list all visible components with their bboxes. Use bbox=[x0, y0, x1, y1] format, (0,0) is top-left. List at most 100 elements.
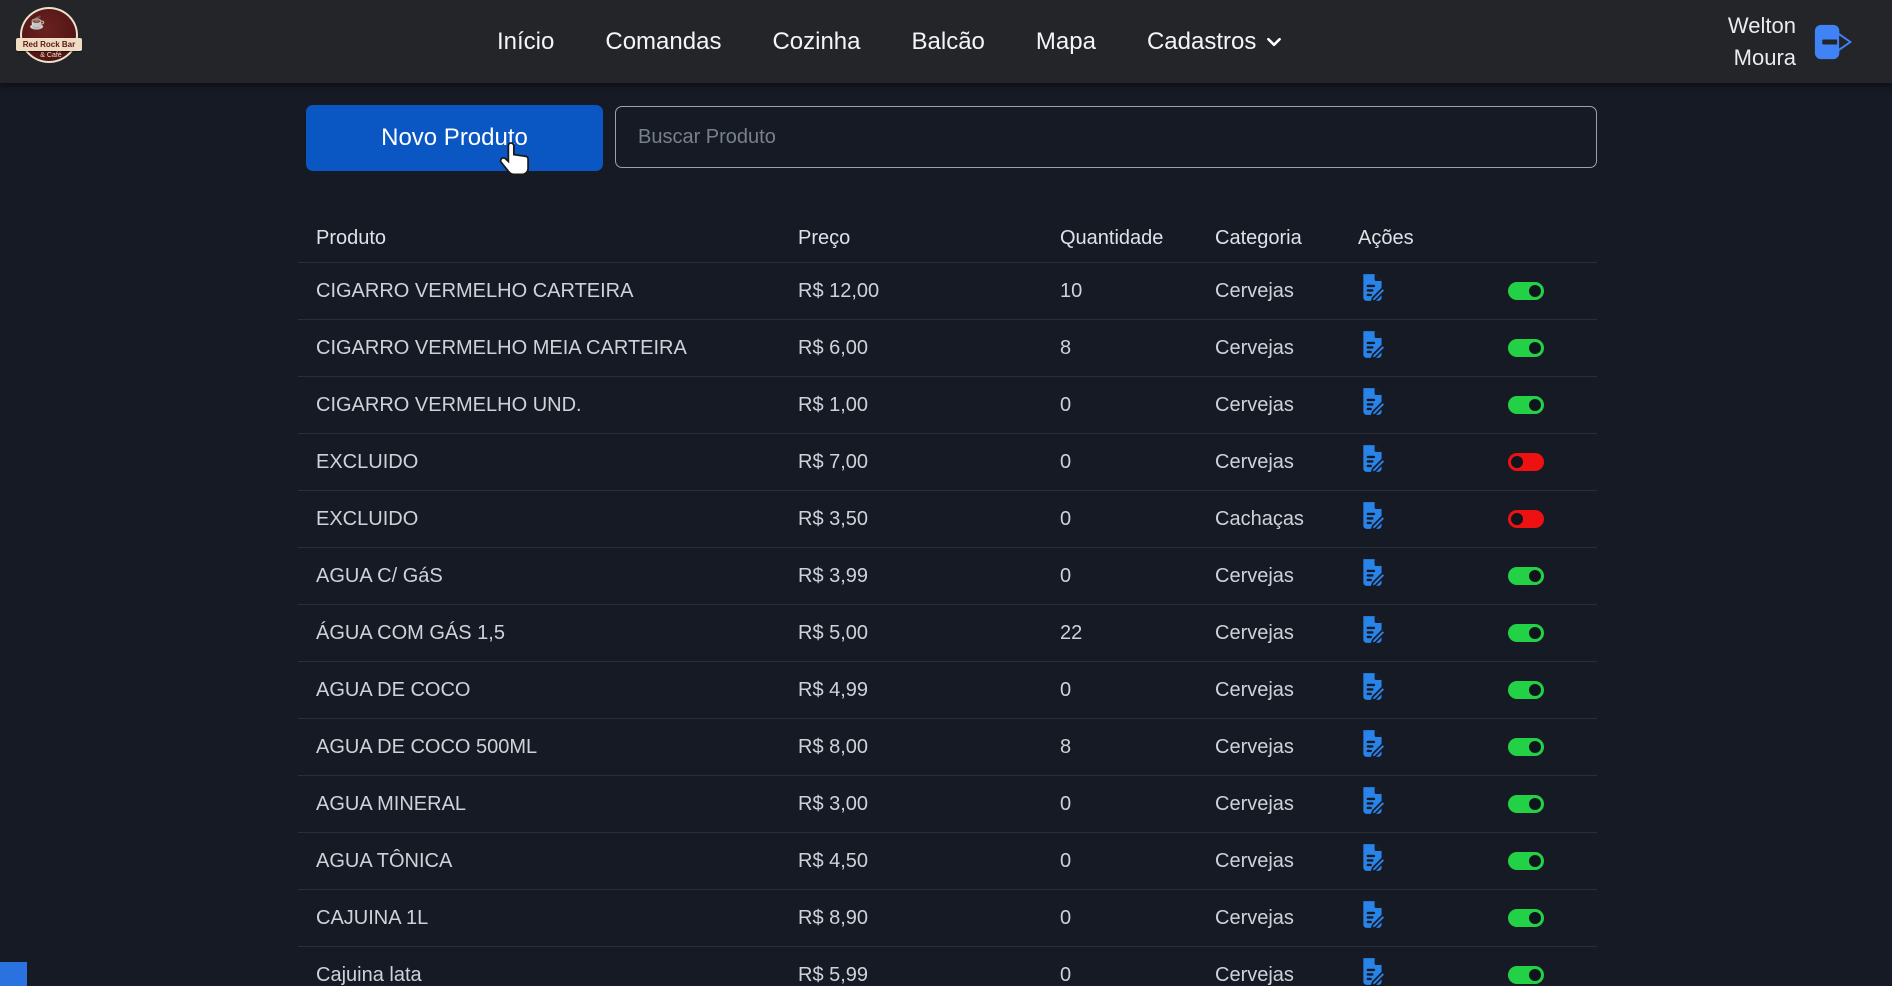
edit-document-icon bbox=[1358, 786, 1388, 816]
table-row: AGUA DE COCO R$ 4,99 0 Cervejas bbox=[298, 662, 1597, 719]
cell-preco: R$ 8,00 bbox=[798, 736, 1060, 759]
cell-quantidade: 10 bbox=[1060, 280, 1215, 303]
search-product-input[interactable] bbox=[615, 106, 1597, 168]
active-toggle[interactable] bbox=[1508, 795, 1544, 813]
cell-quantidade: 8 bbox=[1060, 736, 1215, 759]
cell-quantidade: 0 bbox=[1060, 907, 1215, 930]
main-nav: Início Comandas Cozinha Balcão Mapa Cada… bbox=[497, 0, 1283, 83]
logout-icon[interactable] bbox=[1810, 20, 1854, 64]
active-toggle[interactable] bbox=[1508, 567, 1544, 585]
cell-categoria: Cachaças bbox=[1215, 508, 1358, 531]
cell-quantidade: 8 bbox=[1060, 337, 1215, 360]
toggle-knob bbox=[1529, 342, 1541, 354]
nav-item-mapa[interactable]: Mapa bbox=[1036, 28, 1096, 56]
cell-quantidade: 0 bbox=[1060, 850, 1215, 873]
active-toggle[interactable] bbox=[1508, 339, 1544, 357]
active-toggle[interactable] bbox=[1508, 282, 1544, 300]
table-row: AGUA C/ GáS R$ 3,99 0 Cervejas bbox=[298, 548, 1597, 605]
header-acoes: Ações bbox=[1358, 227, 1508, 250]
cell-produto: AGUA DE COCO 500ML bbox=[298, 736, 798, 759]
edit-product-button[interactable] bbox=[1358, 900, 1388, 930]
table-row: CIGARRO VERMELHO CARTEIRA R$ 12,00 10 Ce… bbox=[298, 263, 1597, 320]
cell-categoria: Cervejas bbox=[1215, 451, 1358, 474]
edit-document-icon bbox=[1358, 672, 1388, 702]
active-toggle[interactable] bbox=[1508, 909, 1544, 927]
table-row: CIGARRO VERMELHO UND. R$ 1,00 0 Cervejas bbox=[298, 377, 1597, 434]
cell-categoria: Cervejas bbox=[1215, 394, 1358, 417]
toggle-knob bbox=[1529, 741, 1541, 753]
nav-item-balcao[interactable]: Balcão bbox=[912, 28, 985, 56]
cell-produto: ÁGUA COM GÁS 1,5 bbox=[298, 622, 798, 645]
edit-document-icon bbox=[1358, 558, 1388, 588]
user-last-name: Moura bbox=[1728, 42, 1796, 73]
active-toggle[interactable] bbox=[1508, 510, 1544, 528]
cell-categoria: Cervejas bbox=[1215, 964, 1358, 986]
nav-item-comandas[interactable]: Comandas bbox=[605, 28, 721, 56]
edit-document-icon bbox=[1358, 615, 1388, 645]
table-row: AGUA MINERAL R$ 3,00 0 Cervejas bbox=[298, 776, 1597, 833]
edit-product-button[interactable] bbox=[1358, 615, 1388, 645]
cell-produto: CIGARRO VERMELHO UND. bbox=[298, 394, 798, 417]
edit-product-button[interactable] bbox=[1358, 558, 1388, 588]
edit-product-button[interactable] bbox=[1358, 330, 1388, 360]
cell-produto: AGUA MINERAL bbox=[298, 793, 798, 816]
table-row: Cajuina lata R$ 5,99 0 Cervejas bbox=[298, 947, 1597, 986]
products-table: Produto Preço Quantidade Categoria Ações… bbox=[298, 214, 1597, 986]
toggle-knob bbox=[1529, 855, 1541, 867]
cell-preco: R$ 1,00 bbox=[798, 394, 1060, 417]
edit-product-button[interactable] bbox=[1358, 273, 1388, 303]
active-toggle[interactable] bbox=[1508, 453, 1544, 471]
edit-product-button[interactable] bbox=[1358, 387, 1388, 417]
nav-item-cozinha[interactable]: Cozinha bbox=[772, 28, 860, 56]
edit-document-icon bbox=[1358, 330, 1388, 360]
edit-product-button[interactable] bbox=[1358, 729, 1388, 759]
cell-preco: R$ 8,90 bbox=[798, 907, 1060, 930]
app-logo[interactable]: ☕ Red Rock Bar & Café bbox=[20, 7, 78, 63]
cell-preco: R$ 6,00 bbox=[798, 337, 1060, 360]
cell-produto: EXCLUIDO bbox=[298, 451, 798, 474]
edit-product-button[interactable] bbox=[1358, 672, 1388, 702]
new-product-button[interactable]: Novo Produto bbox=[306, 105, 603, 171]
edit-product-button[interactable] bbox=[1358, 957, 1388, 986]
active-toggle[interactable] bbox=[1508, 852, 1544, 870]
cell-categoria: Cervejas bbox=[1215, 850, 1358, 873]
edit-product-button[interactable] bbox=[1358, 444, 1388, 474]
cell-produto: EXCLUIDO bbox=[298, 508, 798, 531]
edit-document-icon bbox=[1358, 501, 1388, 531]
edit-product-button[interactable] bbox=[1358, 843, 1388, 873]
cell-preco: R$ 4,99 bbox=[798, 679, 1060, 702]
active-toggle[interactable] bbox=[1508, 966, 1544, 984]
user-first-name: Welton bbox=[1728, 10, 1796, 41]
cell-categoria: Cervejas bbox=[1215, 736, 1358, 759]
cell-preco: R$ 5,00 bbox=[798, 622, 1060, 645]
table-row: ÁGUA COM GÁS 1,5 R$ 5,00 22 Cervejas bbox=[298, 605, 1597, 662]
toggle-knob bbox=[1529, 969, 1541, 981]
toggle-knob bbox=[1529, 570, 1541, 582]
nav-item-inicio[interactable]: Início bbox=[497, 28, 554, 56]
cell-quantidade: 0 bbox=[1060, 451, 1215, 474]
active-toggle[interactable] bbox=[1508, 738, 1544, 756]
cell-produto: AGUA TÔNICA bbox=[298, 850, 798, 873]
edit-document-icon bbox=[1358, 273, 1388, 303]
edit-document-icon bbox=[1358, 900, 1388, 930]
cell-preco: R$ 3,99 bbox=[798, 565, 1060, 588]
top-navbar: ☕ Red Rock Bar & Café Início Comandas Co… bbox=[0, 0, 1892, 83]
header-quantidade: Quantidade bbox=[1060, 227, 1215, 250]
toggle-knob bbox=[1529, 912, 1541, 924]
active-toggle[interactable] bbox=[1508, 624, 1544, 642]
cell-quantidade: 0 bbox=[1060, 964, 1215, 986]
table-row: EXCLUIDO R$ 7,00 0 Cervejas bbox=[298, 434, 1597, 491]
cell-produto: CAJUINA 1L bbox=[298, 907, 798, 930]
edit-product-button[interactable] bbox=[1358, 501, 1388, 531]
table-header-row: Produto Preço Quantidade Categoria Ações bbox=[298, 214, 1597, 263]
cell-preco: R$ 3,50 bbox=[798, 508, 1060, 531]
toggle-knob bbox=[1529, 798, 1541, 810]
user-name: Welton Moura bbox=[1728, 10, 1796, 72]
cell-quantidade: 0 bbox=[1060, 793, 1215, 816]
active-toggle[interactable] bbox=[1508, 396, 1544, 414]
toggle-knob bbox=[1529, 399, 1541, 411]
nav-item-cadastros[interactable]: Cadastros bbox=[1147, 28, 1283, 56]
edit-product-button[interactable] bbox=[1358, 786, 1388, 816]
cell-produto: CIGARRO VERMELHO CARTEIRA bbox=[298, 280, 798, 303]
active-toggle[interactable] bbox=[1508, 681, 1544, 699]
